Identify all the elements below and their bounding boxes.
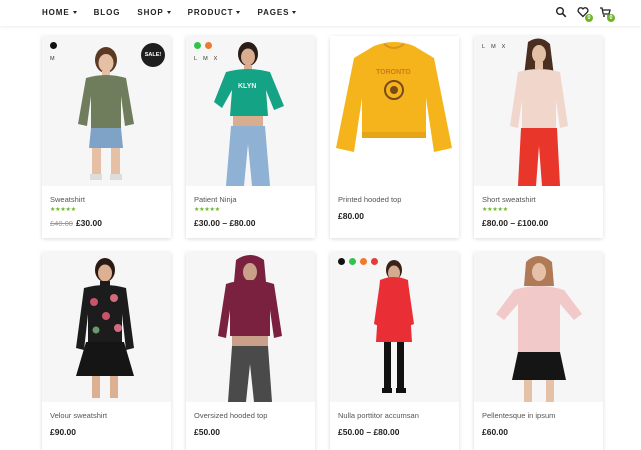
product-name[interactable]: Pellentesque in ipsum	[482, 411, 595, 421]
size-option[interactable]: L	[482, 44, 485, 50]
product-image[interactable]: TORONTO	[330, 36, 459, 186]
product-image[interactable]: KLYN L M X	[186, 36, 315, 186]
cart-button[interactable]: 0	[599, 6, 615, 22]
color-swatch-black[interactable]	[338, 258, 345, 265]
nav-home[interactable]: HOME	[42, 8, 77, 17]
product-price: £40.00 £30.00	[50, 218, 163, 228]
product-name[interactable]: Patient Ninja	[194, 195, 307, 205]
nav-product[interactable]: PRODUCT	[188, 8, 241, 17]
product-card[interactable]: Velour sweatshirt £90.00	[42, 252, 171, 450]
product-image[interactable]	[330, 252, 459, 402]
sale-badge: SALE!	[141, 43, 165, 67]
size-option[interactable]: M	[203, 56, 208, 62]
product-card[interactable]: TORONTO Printed hooded top £80.00	[330, 36, 459, 238]
product-price: £60.00	[482, 427, 508, 437]
model-photo	[496, 256, 582, 402]
product-image[interactable]: L M X	[474, 36, 603, 186]
product-name[interactable]: Short sweatshirt	[482, 195, 595, 205]
product-image[interactable]	[474, 252, 603, 402]
product-grid: M SALE! Sweatshirt ★★★★★ £40.00 £30.00 KL…	[42, 36, 603, 450]
size-option[interactable]: L	[194, 56, 197, 62]
size-option[interactable]: M	[50, 56, 55, 62]
top-navigation-bar: HOME BLOG SHOP PRODUCT PAGES 0 0	[0, 0, 641, 26]
color-swatch-red[interactable]	[371, 258, 378, 265]
main-nav: HOME BLOG SHOP PRODUCT PAGES	[42, 8, 297, 17]
product-price: £80.00	[338, 211, 364, 221]
old-price: £40.00	[50, 219, 73, 228]
color-swatch-orange[interactable]	[205, 42, 212, 49]
product-image[interactable]	[186, 252, 315, 402]
cart-count-badge: 0	[607, 14, 615, 22]
color-swatch-green[interactable]	[349, 258, 356, 265]
color-swatches	[338, 258, 378, 265]
size-options: L M X	[482, 44, 505, 50]
model-photo	[218, 255, 282, 402]
search-icon[interactable]	[555, 6, 567, 18]
nav-shop[interactable]: SHOP	[137, 8, 171, 17]
nav-home-label: HOME	[42, 8, 70, 17]
size-option[interactable]: X	[502, 44, 506, 50]
nav-blog-label: BLOG	[93, 8, 121, 17]
nav-blog[interactable]: BLOG	[94, 8, 121, 17]
color-swatch-black[interactable]	[50, 42, 57, 49]
size-option[interactable]: M	[491, 44, 496, 50]
color-swatches	[194, 42, 212, 49]
size-options: M	[50, 56, 55, 62]
chevron-down-icon	[166, 11, 171, 14]
nav-product-label: PRODUCT	[187, 8, 234, 17]
model-photo	[374, 260, 414, 393]
product-price: £90.00	[50, 427, 76, 437]
model-photo	[510, 38, 568, 186]
wishlist-count-badge: 0	[585, 14, 593, 22]
product-price: £50.00 – £80.00	[338, 427, 400, 437]
color-swatches	[50, 42, 57, 49]
product-card[interactable]: Nulla porttitor accumsan £50.00 – £80.00	[330, 252, 459, 450]
product-image[interactable]	[42, 252, 171, 402]
color-swatch-green[interactable]	[194, 42, 201, 49]
product-photo: TORONTO	[336, 42, 452, 152]
product-price: £30.00 – £80.00	[194, 218, 256, 228]
header-icons: 0 0	[555, 6, 615, 22]
product-card[interactable]: Pellentesque in ipsum £60.00	[474, 252, 603, 450]
product-price: £50.00	[194, 427, 220, 437]
product-card[interactable]: KLYN L M X Patient Ninja ★★★★★ £30.00 – …	[186, 36, 315, 238]
nav-shop-label: SHOP	[137, 8, 164, 17]
color-swatch-orange[interactable]	[360, 258, 367, 265]
product-name[interactable]: Oversized hooded top	[194, 411, 307, 421]
star-rating: ★★★★★	[50, 207, 76, 213]
chevron-down-icon	[72, 11, 77, 14]
svg-text:TORONTO: TORONTO	[376, 69, 411, 76]
product-image[interactable]: M SALE!	[42, 36, 171, 186]
svg-text:KLYN: KLYN	[238, 83, 256, 90]
star-rating: ★★★★★	[482, 207, 508, 213]
star-rating: ★★★★★	[194, 207, 220, 213]
current-price: £30.00	[75, 218, 102, 228]
product-card[interactable]: Oversized hooded top £50.00	[186, 252, 315, 450]
size-options: L M X	[194, 56, 217, 62]
model-photo	[76, 258, 134, 398]
nav-pages[interactable]: PAGES	[257, 8, 297, 17]
chevron-down-icon	[236, 11, 241, 14]
product-card[interactable]: M SALE! Sweatshirt ★★★★★ £40.00 £30.00	[42, 36, 171, 238]
size-option[interactable]: X	[214, 56, 218, 62]
product-name[interactable]: Velour sweatshirt	[50, 411, 163, 421]
product-name[interactable]: Sweatshirt	[50, 195, 163, 205]
wishlist-button[interactable]: 0	[577, 6, 593, 22]
chevron-down-icon	[292, 11, 297, 14]
nav-pages-label: PAGES	[257, 8, 290, 17]
product-name[interactable]: Printed hooded top	[338, 195, 451, 205]
product-name[interactable]: Nulla porttitor accumsan	[338, 411, 451, 421]
product-card[interactable]: L M X Short sweatshirt ★★★★★ £80.00 – £1…	[474, 36, 603, 238]
product-price: £80.00 – £100.00	[482, 218, 549, 228]
